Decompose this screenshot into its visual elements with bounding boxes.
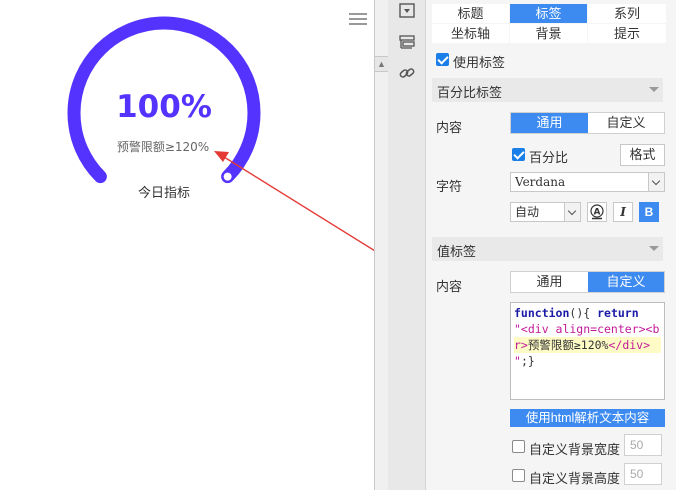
collapse-caret-icon[interactable] (649, 87, 659, 92)
value-label-section-title: 值标签 (437, 244, 477, 259)
custom-bg-height-checkbox[interactable] (512, 469, 525, 482)
font-size-select[interactable]: 自动 (510, 202, 581, 222)
tab-axis[interactable]: 坐标轴 (432, 24, 509, 43)
bold-icon[interactable]: B (639, 202, 659, 222)
code-token: </div> (608, 338, 651, 352)
percent-content-label: 内容 (436, 120, 463, 135)
custom-code-editor[interactable]: function(){ return "<div align=center><b r… (510, 302, 665, 400)
font-size-select-value: 自动 (515, 205, 540, 219)
annotation-arrow-head (214, 151, 229, 162)
tab-label[interactable]: 标签 (510, 4, 587, 23)
custom-bg-width-label: 自定义背景宽度 (529, 442, 621, 457)
font-select[interactable]: Verdana (510, 172, 665, 192)
layers-icon[interactable] (398, 33, 416, 51)
code-line: "<div align=center><b (514, 321, 661, 337)
use-label-checkbox[interactable] (436, 53, 449, 66)
custom-bg-height-label: 自定义背景高度 (529, 471, 621, 486)
percent-checkbox-label: 百分比 (529, 150, 569, 165)
font-label: 字符 (436, 179, 463, 194)
code-token: r> (514, 338, 528, 352)
tab-background[interactable]: 背景 (510, 24, 587, 43)
tool-strip (388, 0, 426, 490)
custom-bg-height-input[interactable]: 50 (624, 463, 662, 485)
percent-content-toggle: 通用 自定义 (510, 112, 665, 134)
italic-icon[interactable]: I (613, 202, 633, 222)
gauge-name-label: 今日指标 (138, 185, 190, 201)
property-panel: 标题 标签 系列 坐标轴 背景 提示 使用标签 百分比标签 内容 通用 自定义 … (426, 0, 676, 490)
percent-label-section-header[interactable]: 百分比标签 (432, 78, 663, 102)
gauge-chart: 100% 预警限额≥120% 今日指标 (67, 16, 374, 252)
percent-checkbox[interactable] (512, 148, 525, 161)
code-token: "<div align=center><b (514, 322, 660, 336)
code-token: function (514, 306, 570, 320)
link-icon[interactable] (398, 64, 416, 82)
code-token: " (514, 354, 521, 368)
custom-bg-width-checkbox[interactable] (512, 440, 525, 453)
value-content-label: 内容 (436, 279, 463, 294)
code-line: r>预警限额≥120%</div> (514, 337, 661, 353)
use-label-text: 使用标签 (453, 55, 506, 70)
code-token: (){ (569, 306, 598, 320)
code-token: 预警限额≥120% (527, 338, 609, 352)
value-content-toggle: 通用 自定义 (510, 271, 665, 293)
annotation-arrow-line (223, 156, 374, 252)
svg-text:A: A (594, 208, 601, 218)
gauge-end-dot (223, 172, 232, 181)
chart-preview: 100% 预警限额≥120% 今日指标 (0, 0, 374, 490)
scroll-up-icon[interactable]: ▲ (375, 56, 388, 72)
gauge-warning-label: 预警限额≥120% (117, 139, 209, 154)
percent-content-general[interactable]: 通用 (511, 113, 588, 133)
font-select-value: Verdana (515, 175, 566, 189)
chevron-down-icon[interactable] (648, 173, 664, 191)
property-tabs: 标题 标签 系列 坐标轴 背景 提示 (432, 4, 670, 44)
value-label-section-header[interactable]: 值标签 (432, 237, 663, 261)
chevron-down-icon[interactable] (564, 203, 580, 221)
custom-bg-width-input[interactable]: 50 (624, 434, 662, 456)
tab-tooltip[interactable]: 提示 (588, 24, 666, 43)
code-token: ;} (520, 354, 535, 368)
code-line: ";} (514, 353, 661, 369)
chart-menu-icon[interactable] (349, 13, 367, 27)
tab-title[interactable]: 标题 (432, 4, 509, 23)
gauge-value-label: 100% (116, 89, 212, 125)
percent-label-section-title: 百分比标签 (437, 85, 503, 100)
dropdown-box-icon[interactable] (398, 2, 416, 20)
tab-series[interactable]: 系列 (588, 4, 666, 23)
code-line: function(){ return (514, 305, 661, 321)
percent-content-custom[interactable]: 自定义 (588, 113, 664, 133)
font-color-icon[interactable]: A (587, 202, 607, 222)
format-button[interactable]: 格式 (620, 144, 665, 166)
value-content-custom[interactable]: 自定义 (588, 272, 664, 292)
collapse-caret-icon[interactable] (649, 246, 659, 251)
code-token: return (597, 306, 639, 320)
preview-scrollbar[interactable]: ▲ (374, 0, 388, 490)
html-parse-button[interactable]: 使用html解析文本内容 (510, 409, 665, 427)
value-content-general[interactable]: 通用 (511, 272, 588, 292)
